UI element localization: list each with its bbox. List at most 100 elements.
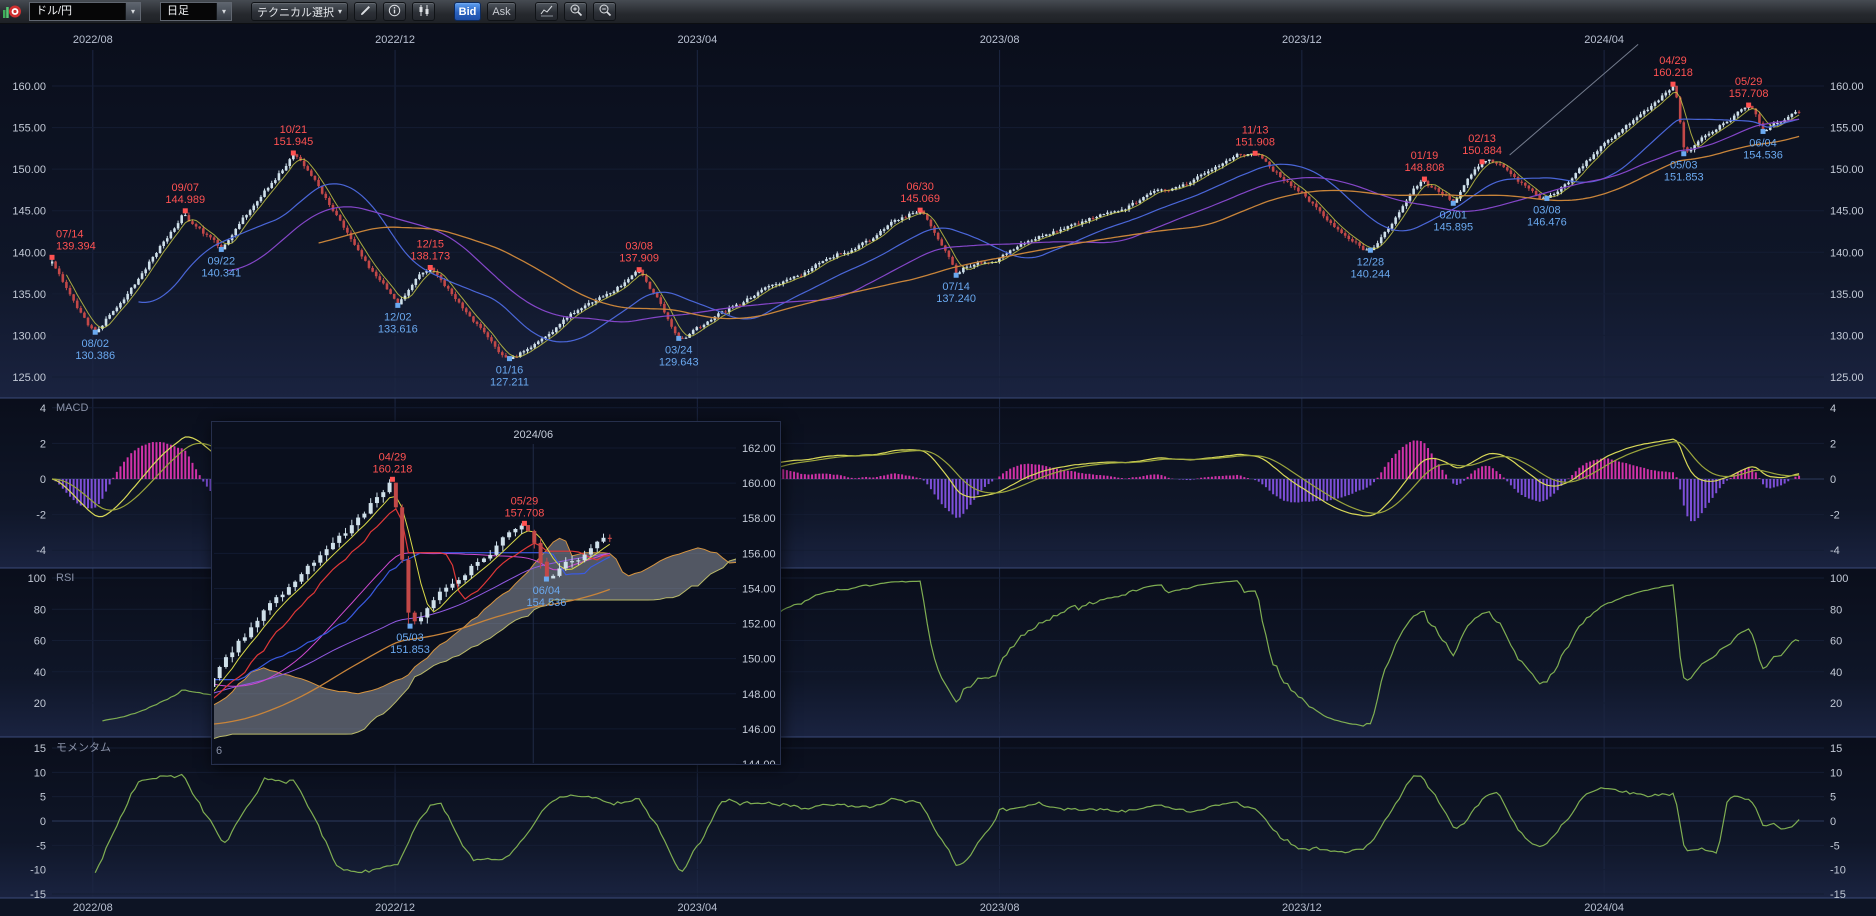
- svg-text:4: 4: [1830, 403, 1836, 415]
- svg-text:140.341: 140.341: [201, 267, 241, 279]
- svg-text:04/29: 04/29: [1659, 55, 1687, 67]
- chart-area: 2022/08 2022/08 2022/12 2022/12 2023/04 2023/…: [0, 24, 1876, 916]
- timeframe-value: 日足: [161, 3, 216, 20]
- svg-text:127.211: 127.211: [490, 377, 529, 389]
- svg-text:-5: -5: [36, 840, 46, 852]
- svg-text:09/22: 09/22: [208, 255, 236, 267]
- svg-text:145.069: 145.069: [900, 193, 940, 205]
- svg-text:160.00: 160.00: [1830, 81, 1864, 93]
- svg-text:151.853: 151.853: [1664, 172, 1704, 184]
- svg-text:04/29: 04/29: [379, 451, 407, 463]
- svg-text:5: 5: [40, 792, 46, 804]
- svg-text:20: 20: [1830, 698, 1842, 710]
- svg-text:12/02: 12/02: [384, 311, 412, 323]
- svg-text:03/24: 03/24: [665, 344, 693, 356]
- svg-text:140.244: 140.244: [1351, 268, 1391, 280]
- svg-text:05/29: 05/29: [511, 495, 539, 507]
- svg-text:130.00: 130.00: [1830, 330, 1864, 342]
- svg-text:5: 5: [1830, 792, 1836, 804]
- svg-text:145.895: 145.895: [1433, 221, 1473, 233]
- svg-text:2023/08: 2023/08: [980, 902, 1020, 914]
- svg-text:40: 40: [1830, 667, 1842, 679]
- zoom-in-button[interactable]: [564, 2, 587, 21]
- svg-text:135.00: 135.00: [1830, 289, 1864, 301]
- svg-text:152.00: 152.00: [742, 619, 776, 631]
- svg-text:10: 10: [1830, 767, 1842, 779]
- svg-text:0: 0: [1830, 474, 1836, 486]
- svg-text:146.476: 146.476: [1527, 216, 1567, 228]
- svg-text:160.218: 160.218: [1653, 67, 1693, 79]
- svg-text:12/15: 12/15: [416, 238, 444, 250]
- svg-text:150.884: 150.884: [1462, 145, 1502, 157]
- candlestick-icon: [417, 4, 431, 20]
- currency-pair-select[interactable]: ドル/円 ▾: [29, 2, 141, 21]
- svg-text:150.00: 150.00: [742, 654, 776, 666]
- svg-text:-2: -2: [1830, 510, 1840, 522]
- svg-text:130.386: 130.386: [75, 350, 115, 362]
- svg-text:151.945: 151.945: [273, 136, 313, 148]
- svg-text:03/08: 03/08: [625, 241, 653, 253]
- svg-text:158.00: 158.00: [742, 513, 776, 525]
- svg-text:146.00: 146.00: [742, 724, 776, 736]
- svg-text:2023/12: 2023/12: [1282, 902, 1322, 914]
- svg-text:06/04: 06/04: [1749, 137, 1777, 149]
- svg-text:154.00: 154.00: [742, 583, 776, 595]
- svg-text:133.616: 133.616: [378, 323, 418, 335]
- svg-text:2022/12: 2022/12: [375, 34, 415, 46]
- svg-text:07/14: 07/14: [56, 228, 84, 240]
- technical-select-button[interactable]: テクニカル選択 ▾: [251, 2, 348, 21]
- svg-text:MACD: MACD: [56, 402, 88, 414]
- svg-text:06/04: 06/04: [533, 585, 561, 597]
- bid-button[interactable]: Bid: [454, 2, 481, 21]
- info-icon: [388, 4, 401, 20]
- svg-text:03/08: 03/08: [1533, 204, 1561, 216]
- ask-button[interactable]: Ask: [487, 2, 516, 21]
- svg-text:162.00: 162.00: [742, 443, 776, 455]
- line-chart-button[interactable]: [535, 2, 558, 21]
- svg-text:02/01: 02/01: [1439, 209, 1467, 221]
- info-button[interactable]: [383, 2, 406, 21]
- detail-chart-window[interactable]: 2024/06162.00160.00158.00156.00154.00152…: [211, 421, 781, 765]
- chevron-down-icon: ▾: [338, 7, 342, 16]
- svg-text:-2: -2: [36, 510, 46, 522]
- svg-text:125.00: 125.00: [12, 372, 46, 384]
- svg-text:160.218: 160.218: [373, 463, 413, 475]
- svg-text:130.00: 130.00: [12, 330, 46, 342]
- zoom-out-icon: [598, 3, 612, 20]
- draw-tool-button[interactable]: [354, 2, 377, 21]
- svg-text:2024/04: 2024/04: [1584, 34, 1624, 46]
- svg-text:2023/04: 2023/04: [677, 902, 717, 914]
- svg-text:160.00: 160.00: [12, 81, 46, 93]
- svg-text:-10: -10: [30, 865, 46, 877]
- svg-text:138.173: 138.173: [410, 250, 450, 262]
- pencil-icon: [359, 4, 372, 20]
- svg-text:08/02: 08/02: [81, 338, 109, 350]
- candlestick-style-button[interactable]: [412, 2, 435, 21]
- svg-text:137.240: 137.240: [936, 293, 976, 305]
- svg-text:125.00: 125.00: [1830, 372, 1864, 384]
- svg-text:155.00: 155.00: [12, 123, 46, 135]
- svg-text:100: 100: [1830, 573, 1848, 585]
- svg-text:2022/08: 2022/08: [73, 34, 113, 46]
- svg-text:01/19: 01/19: [1411, 150, 1439, 162]
- svg-text:140.00: 140.00: [1830, 247, 1864, 259]
- svg-text:11/13: 11/13: [1242, 124, 1269, 136]
- svg-text:0: 0: [40, 816, 46, 828]
- svg-text:-4: -4: [36, 545, 46, 557]
- zoom-out-button[interactable]: [593, 2, 616, 21]
- svg-text:135.00: 135.00: [12, 289, 46, 301]
- timeframe-select[interactable]: 日足 ▾: [160, 2, 232, 21]
- svg-text:139.394: 139.394: [56, 240, 96, 252]
- svg-text:-4: -4: [1830, 545, 1840, 557]
- svg-text:10/21: 10/21: [280, 124, 308, 136]
- svg-text:2023/08: 2023/08: [980, 34, 1020, 46]
- svg-text:2022/12: 2022/12: [375, 902, 415, 914]
- svg-text:154.536: 154.536: [1743, 149, 1783, 161]
- svg-text:148.808: 148.808: [1405, 162, 1445, 174]
- svg-text:2023/04: 2023/04: [677, 34, 717, 46]
- inset-chart-canvas: 2024/06162.00160.00158.00156.00154.00152…: [212, 422, 780, 764]
- svg-text:2022/08: 2022/08: [73, 902, 113, 914]
- svg-text:01/16: 01/16: [496, 365, 524, 377]
- svg-text:157.708: 157.708: [1729, 88, 1769, 100]
- svg-text:144.989: 144.989: [165, 194, 205, 206]
